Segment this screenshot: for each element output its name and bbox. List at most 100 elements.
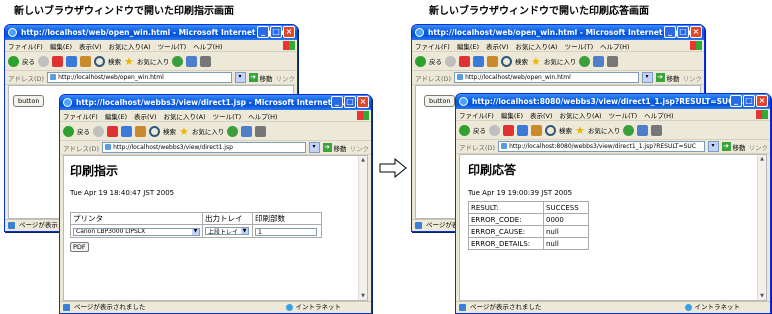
favorites-label[interactable]: お気に入り <box>192 126 225 136</box>
minimize-button[interactable]: _ <box>257 26 269 38</box>
menu-view[interactable]: 表示(V) <box>134 111 157 121</box>
maximize-button[interactable]: □ <box>344 96 356 108</box>
history-icon[interactable] <box>579 55 591 67</box>
mail-icon[interactable] <box>241 125 253 137</box>
menu-favorites[interactable]: お気に入り(A) <box>109 41 151 51</box>
forward-icon[interactable] <box>489 124 500 136</box>
home-icon[interactable] <box>80 55 91 67</box>
favorites-icon[interactable]: ★ <box>124 56 134 67</box>
back-icon[interactable] <box>63 125 74 137</box>
back-label[interactable]: 戻る <box>22 56 35 66</box>
copies-input[interactable]: 1 <box>255 227 317 236</box>
menu-tools[interactable]: ツール(T) <box>158 41 187 51</box>
scroll-down-icon[interactable]: ▼ <box>359 292 367 300</box>
right-parent-titlebar[interactable]: http://localhost/web/open_win.html - Mic… <box>412 25 704 40</box>
print-icon[interactable] <box>255 125 267 137</box>
menu-tools[interactable]: ツール(T) <box>565 41 594 51</box>
menu-help[interactable]: ヘルプ(H) <box>193 41 222 51</box>
print-icon[interactable] <box>651 124 663 136</box>
go-button[interactable]: ➔ 移動 <box>721 142 746 152</box>
home-icon[interactable] <box>135 125 146 137</box>
pdf-button[interactable]: PDF <box>70 242 89 252</box>
home-icon[interactable] <box>531 124 542 136</box>
search-icon[interactable] <box>94 55 105 67</box>
favorites-label[interactable]: お気に入り <box>588 125 621 135</box>
page-button[interactable]: button <box>424 95 456 107</box>
page-button[interactable]: button <box>13 95 45 107</box>
menu-file[interactable]: ファイル(F) <box>415 41 450 51</box>
favorites-label[interactable]: お気に入り <box>137 56 170 66</box>
address-dropdown[interactable]: ▾ <box>707 141 719 152</box>
menu-file[interactable]: ファイル(F) <box>8 41 43 51</box>
forward-icon[interactable] <box>93 125 104 137</box>
stop-icon[interactable] <box>52 55 63 67</box>
scroll-up-icon[interactable]: ▲ <box>359 156 367 164</box>
print-icon[interactable] <box>200 55 212 67</box>
stop-icon[interactable] <box>459 55 470 67</box>
left-child-titlebar[interactable]: http://localhost/webbs3/view/direct1.jsp… <box>60 95 371 110</box>
refresh-icon[interactable] <box>66 55 77 67</box>
print-icon[interactable] <box>607 55 619 67</box>
menu-help[interactable]: ヘルプ(H) <box>248 111 277 121</box>
refresh-icon[interactable] <box>121 125 132 137</box>
left-parent-titlebar[interactable]: http://localhost/web/open_win.html - Mic… <box>5 25 297 40</box>
menu-favorites[interactable]: お気に入り(A) <box>560 110 602 120</box>
history-icon[interactable] <box>623 124 635 136</box>
address-input[interactable]: http://localhost/webbs3/view/direct1.jsp <box>102 142 306 153</box>
menu-view[interactable]: 表示(V) <box>79 41 102 51</box>
menu-file[interactable]: ファイル(F) <box>459 110 494 120</box>
address-dropdown[interactable]: ▾ <box>234 72 246 83</box>
scroll-up-icon[interactable]: ▲ <box>758 155 766 163</box>
maximize-button[interactable]: □ <box>270 26 282 38</box>
history-icon[interactable] <box>227 125 239 137</box>
minimize-button[interactable]: _ <box>730 95 742 107</box>
menu-edit[interactable]: 編集(E) <box>501 110 523 120</box>
address-input[interactable]: http://localhost/web/open_win.html <box>454 72 639 83</box>
maximize-button[interactable]: □ <box>677 26 689 38</box>
links-label[interactable]: リンク <box>350 143 370 153</box>
printer-select[interactable]: Canon LBP3000 LIPSLX ▼ <box>73 227 200 236</box>
address-dropdown[interactable]: ▾ <box>308 142 320 153</box>
favorites-icon[interactable]: ★ <box>575 125 585 136</box>
search-icon[interactable] <box>501 55 512 67</box>
links-label[interactable]: リンク <box>749 142 769 152</box>
back-label[interactable]: 戻る <box>473 125 486 135</box>
refresh-icon[interactable] <box>473 55 484 67</box>
links-label[interactable]: リンク <box>683 73 703 83</box>
menu-edit[interactable]: 編集(E) <box>105 111 127 121</box>
menu-help[interactable]: ヘルプ(H) <box>644 110 673 120</box>
go-button[interactable]: ➔ 移動 <box>322 143 347 153</box>
tray-select[interactable]: 上段トレイ ▼ <box>205 227 249 235</box>
address-input[interactable]: http://localhost/web/open_win.html <box>47 72 232 83</box>
menu-tools[interactable]: ツール(T) <box>609 110 638 120</box>
menu-file[interactable]: ファイル(F) <box>63 111 98 121</box>
menu-favorites[interactable]: お気に入り(A) <box>164 111 206 121</box>
vertical-scrollbar[interactable]: ▲ ▼ <box>757 155 766 300</box>
favorites-icon[interactable]: ★ <box>179 126 189 137</box>
stop-icon[interactable] <box>503 124 514 136</box>
menu-view[interactable]: 表示(V) <box>530 110 553 120</box>
menu-favorites[interactable]: お気に入り(A) <box>516 41 558 51</box>
forward-icon[interactable] <box>445 55 456 67</box>
scroll-down-icon[interactable]: ▼ <box>758 292 766 300</box>
menu-help[interactable]: ヘルプ(H) <box>600 41 629 51</box>
menu-view[interactable]: 表示(V) <box>486 41 509 51</box>
close-button[interactable]: × <box>357 96 369 108</box>
go-button[interactable]: ➔ 移動 <box>655 73 680 83</box>
search-label[interactable]: 検索 <box>108 56 121 66</box>
mail-icon[interactable] <box>186 55 198 67</box>
maximize-button[interactable]: □ <box>743 95 755 107</box>
vertical-scrollbar[interactable]: ▲ ▼ <box>358 156 367 300</box>
search-icon[interactable] <box>149 125 160 137</box>
minimize-button[interactable]: _ <box>331 96 343 108</box>
right-child-titlebar[interactable]: http://localhost:8080/webbs3/view/direct… <box>456 94 770 109</box>
links-label[interactable]: リンク <box>276 73 296 83</box>
back-icon[interactable] <box>8 55 19 67</box>
search-icon[interactable] <box>545 124 556 136</box>
search-label[interactable]: 検索 <box>515 56 528 66</box>
forward-icon[interactable] <box>38 55 49 67</box>
mail-icon[interactable] <box>593 55 605 67</box>
home-icon[interactable] <box>487 55 498 67</box>
history-icon[interactable] <box>172 55 184 67</box>
refresh-icon[interactable] <box>517 124 528 136</box>
